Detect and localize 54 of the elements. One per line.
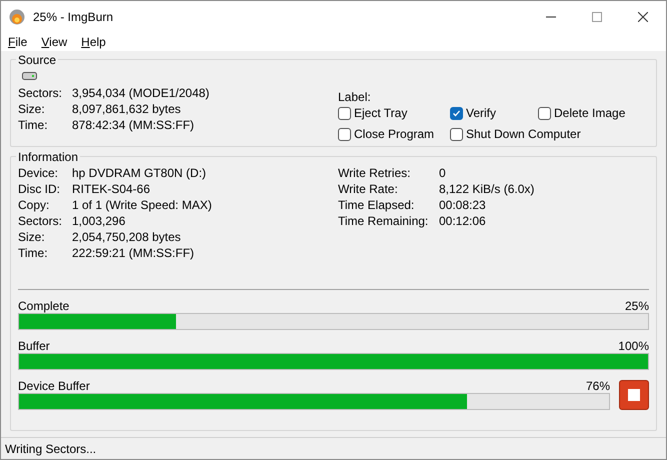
checkbox-label[interactable]: Shut Down Computer [466, 125, 581, 143]
field-label: Size: [18, 101, 46, 118]
field-label: Write Rate: [338, 181, 399, 198]
field-label: Sectors: [18, 213, 64, 230]
field-value: 1,003,296 [72, 213, 126, 230]
field-value: 222:59:21 (MM:SS:FF) [72, 245, 194, 262]
field-label: Copy: [18, 197, 50, 214]
field-value: hp DVDRAM GT80N (D:) [72, 165, 206, 182]
checkbox-label[interactable]: Close Program [354, 125, 434, 143]
field-label: Disc ID: [18, 181, 61, 198]
menu-item[interactable]: File [8, 32, 28, 50]
progress-reading: 25% [624, 298, 649, 314]
label-caption: Label: [338, 89, 372, 104]
close-icon [638, 12, 648, 22]
field-value: 2,054,750,208 bytes [72, 229, 181, 246]
checkbox[interactable] [450, 106, 463, 120]
menu-item[interactable]: View [41, 32, 68, 50]
checkmark-icon [452, 108, 461, 118]
field-value: 8,097,861,632 bytes [72, 101, 181, 118]
field-value: 8,122 KiB/s (6.0x) [439, 181, 534, 198]
field-label: Size: [18, 229, 46, 246]
field-value: 1 of 1 (Write Speed: MAX) [72, 197, 212, 214]
field-label: Time Remaining: [338, 213, 430, 230]
progress-label: Complete [18, 298, 70, 314]
stop-button[interactable] [619, 380, 649, 410]
checkbox-label[interactable]: Delete Image [554, 104, 626, 122]
checkbox-label[interactable]: Verify [466, 104, 496, 122]
progress-label: Device Buffer [18, 378, 90, 394]
checkbox[interactable] [338, 106, 351, 120]
progress-label: Buffer [18, 338, 50, 354]
maximize-icon [592, 12, 602, 22]
menu-item[interactable]: Help [81, 32, 106, 50]
checkbox[interactable] [338, 128, 351, 140]
field-value: 00:08:23 [439, 197, 486, 214]
field-value: RITEK-S04-66 [72, 181, 150, 198]
field-value: 00:12:06 [439, 213, 486, 230]
checkbox-label[interactable]: Eject Tray [354, 104, 408, 122]
field-label: Time Elapsed: [338, 197, 416, 214]
field-label: Device: [18, 165, 60, 182]
window-title: 25% - ImgBurn [33, 8, 114, 26]
progress-reading: 100% [618, 338, 649, 354]
progress-reading: 76% [586, 378, 610, 394]
field-label: Write Retries: [338, 165, 412, 182]
field-value: 3,954,034 (MODE1/2048) [72, 85, 210, 102]
disc-flame-icon [9, 8, 25, 24]
drive-icon [22, 72, 37, 80]
field-label: Time: [18, 117, 49, 134]
field-label: Time: [18, 245, 49, 262]
checkbox[interactable] [538, 106, 551, 120]
checkbox[interactable] [450, 128, 463, 140]
field-value: 878:42:34 (MM:SS:FF) [72, 117, 194, 134]
status-text: Writing Sectors... [5, 440, 96, 458]
field-value: 0 [439, 165, 446, 182]
field-label: Sectors: [18, 85, 64, 102]
